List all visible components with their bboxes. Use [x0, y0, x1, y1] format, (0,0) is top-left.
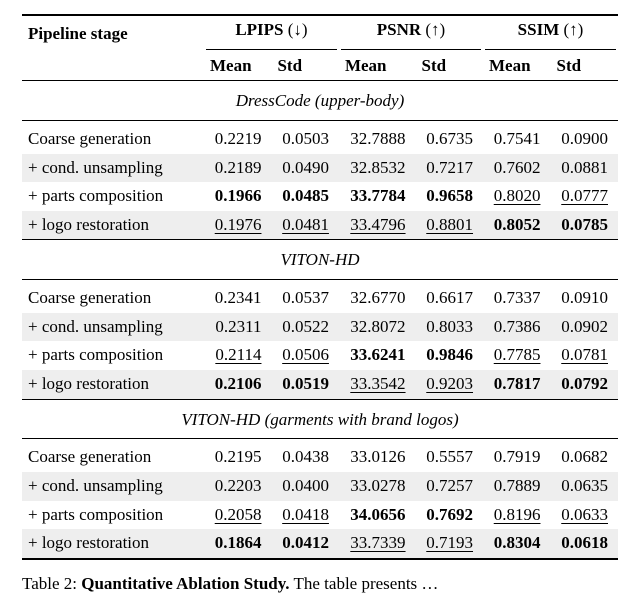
table-row: + parts composition 0.2058 0.0418 34.065…: [22, 501, 618, 530]
table-row: + logo restoration 0.1976 0.0481 33.4796…: [22, 211, 618, 240]
table-row: + parts composition 0.2114 0.0506 33.624…: [22, 341, 618, 370]
table-row: + parts composition 0.1966 0.0485 33.778…: [22, 182, 618, 211]
section-title: VITON-HD (garments with brand logos): [22, 400, 618, 439]
col-pipeline: Pipeline stage: [22, 16, 204, 52]
table-row: + logo restoration 0.1864 0.0412 33.7339…: [22, 529, 618, 558]
table-row: + cond. unsampling 0.2189 0.0490 32.8532…: [22, 154, 618, 183]
section-title: VITON-HD: [22, 240, 618, 279]
table-row: + logo restoration 0.2106 0.0519 33.3542…: [22, 370, 618, 399]
section-title: DressCode (upper-body): [22, 81, 618, 120]
table-subheader-row: Mean Std Mean Std Mean Std: [22, 52, 618, 81]
col-lpips: LPIPS (↓): [204, 16, 339, 45]
col-psnr: PSNR (↑): [339, 16, 483, 45]
table-row: Coarse generation 0.2219 0.0503 32.7888 …: [22, 121, 618, 154]
table-row: Coarse generation 0.2341 0.0537 32.6770 …: [22, 280, 618, 313]
table-row: Coarse generation 0.2195 0.0438 33.0126 …: [22, 439, 618, 472]
ablation-table: Pipeline stage LPIPS (↓) PSNR (↑) SSIM (…: [22, 14, 618, 560]
table-row: + cond. unsampling 0.2311 0.0522 32.8072…: [22, 313, 618, 342]
table-row: + cond. unsampling 0.2203 0.0400 33.0278…: [22, 472, 618, 501]
col-ssim: SSIM (↑): [483, 16, 618, 45]
table-caption: Table 2: Quantitative Ablation Study. Th…: [22, 560, 618, 594]
table-header-row: Pipeline stage LPIPS (↓) PSNR (↑) SSIM (…: [22, 16, 618, 45]
